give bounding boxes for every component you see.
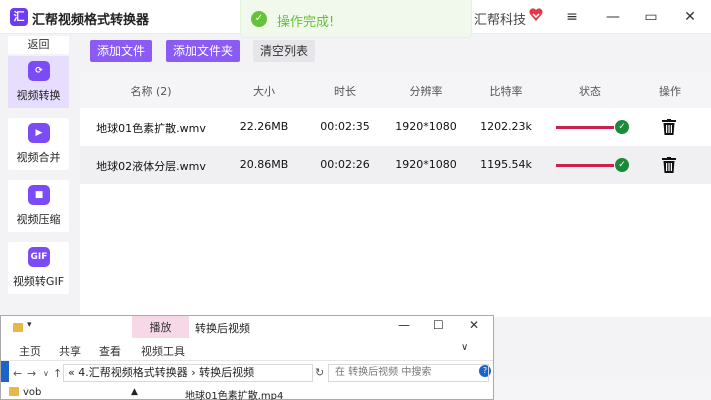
folder-icon xyxy=(13,323,23,332)
column-header-name: 名称 (2) xyxy=(130,85,172,98)
sidebar-item-video-merge[interactable]: ▶ 视频合并 xyxy=(8,118,69,170)
progress-bar xyxy=(556,126,614,129)
close-button[interactable]: ✕ xyxy=(678,6,702,28)
menu-icon[interactable]: ≡ xyxy=(560,6,584,28)
refresh-icon[interactable]: ↻ xyxy=(315,366,324,379)
tab-share[interactable]: 共享 xyxy=(59,343,81,359)
folder-icon xyxy=(9,387,19,396)
column-header-status: 状态 xyxy=(579,85,601,98)
explorer-minimize-button[interactable]: — xyxy=(398,318,410,332)
success-toast: ✓ 操作完成! xyxy=(240,0,472,38)
forward-arrow-icon[interactable]: → xyxy=(27,367,36,380)
back-arrow-icon[interactable]: ← xyxy=(13,367,22,380)
video-merge-icon: ▶ xyxy=(28,123,50,143)
tab-video-tools[interactable]: 视频工具 xyxy=(141,343,185,359)
sidebar-item-video-convert[interactable]: ⟳ 视频转换 xyxy=(8,56,69,108)
app-title: 汇帮视频格式转换器 xyxy=(32,13,150,28)
sidebar-item-label: 视频转换 xyxy=(16,89,61,102)
file-name: 地球02液体分层.wmv xyxy=(96,160,206,173)
explorer-maximize-button[interactable]: ☐ xyxy=(433,318,444,332)
file-resolution: 1920*1080 xyxy=(395,158,457,171)
video-camera-icon: ■ xyxy=(28,185,50,205)
tab-view[interactable]: 查看 xyxy=(99,343,121,359)
sidebar-item-label: 视频转GIF xyxy=(12,275,65,288)
check-circle-icon: ✓ xyxy=(615,120,629,134)
file-resolution: 1920*1080 xyxy=(395,120,457,133)
gif-icon: GIF xyxy=(28,247,50,267)
explorer-close-button[interactable]: ✕ xyxy=(469,318,479,332)
file-duration: 00:02:35 xyxy=(320,120,370,133)
app-logo-icon: 汇 xyxy=(10,8,28,26)
file-name: 地球01色素扩散.wmv xyxy=(96,122,206,135)
column-header-duration: 时长 xyxy=(334,85,356,98)
progress-bar xyxy=(556,164,614,167)
add-folder-button[interactable]: 添加文件夹 xyxy=(166,40,241,62)
chevron-down-icon[interactable]: ▾ xyxy=(27,320,32,330)
file-table: 名称 (2) 大小 时长 分辨率 比特率 状态 操作 地球01色素扩散.wmv … xyxy=(80,72,711,317)
minimize-button[interactable]: — xyxy=(601,6,625,28)
file-list-item[interactable]: 地球01色素扩散.mp4 xyxy=(185,387,283,400)
file-size: 22.26MB xyxy=(239,120,289,133)
ribbon-context-tab[interactable]: 播放 xyxy=(132,316,189,338)
explorer-ribbon-tabs: 主页 共享 查看 视频工具 ∨ ? xyxy=(1,338,493,382)
file-explorer-window: ▾ 播放 转换后视频 — ☐ ✕ 主页 共享 查看 视频工具 ∨ ? ← → ∨… xyxy=(0,315,494,400)
heart-shield-icon[interactable] xyxy=(528,7,544,23)
table-header: 名称 (2) 大小 时长 分辨率 比特率 状态 操作 xyxy=(80,72,711,108)
sidebar-item-label: 视频合并 xyxy=(16,151,61,164)
column-header-size: 大小 xyxy=(253,85,275,98)
scroll-up-icon[interactable]: ▲ xyxy=(131,387,138,397)
table-row[interactable]: 地球02液体分层.wmv 20.86MB 00:02:26 1920*1080 … xyxy=(80,146,711,184)
trash-icon[interactable] xyxy=(662,119,676,135)
tab-home[interactable]: 主页 xyxy=(19,343,41,359)
brand-name[interactable]: 汇帮科技 xyxy=(474,9,526,28)
explorer-address-row: ← → ∨ ↑ « 4.汇帮视频格式转换器 › 转换后视频 ↻ 在 转换后视频 … xyxy=(1,360,493,384)
file-bitrate: 1202.23k xyxy=(480,120,532,133)
status-strip xyxy=(494,380,711,400)
nav-pane-item[interactable]: vob xyxy=(23,387,41,398)
address-bar[interactable]: « 4.汇帮视频格式转换器 › 转换后视频 xyxy=(63,364,313,382)
up-arrow-icon[interactable]: ↑ xyxy=(53,367,62,380)
explorer-title-bar: ▾ 播放 转换后视频 — ☐ ✕ xyxy=(1,316,493,338)
file-duration: 00:02:26 xyxy=(320,158,370,171)
clear-list-button[interactable]: 清空列表 xyxy=(253,40,316,62)
check-circle-icon: ✓ xyxy=(251,11,267,27)
search-input[interactable]: 在 转换后视频 中搜索 xyxy=(328,364,489,382)
column-header-action: 操作 xyxy=(659,85,681,98)
column-header-bitrate: 比特率 xyxy=(489,85,523,98)
trash-icon[interactable] xyxy=(662,157,676,173)
sidebar-item-video-to-gif[interactable]: GIF 视频转GIF xyxy=(8,242,69,294)
file-bitrate: 1195.54k xyxy=(480,158,532,171)
explorer-content: vob ▲ 地球01色素扩散.mp4 xyxy=(1,384,493,400)
video-convert-icon: ⟳ xyxy=(28,61,50,81)
sidebar-item-label: 视频压缩 xyxy=(16,213,61,226)
table-row[interactable]: 地球01色素扩散.wmv 22.26MB 00:02:35 1920*1080 … xyxy=(80,108,711,146)
maximize-button[interactable]: ▭ xyxy=(639,6,663,28)
sidebar-item-video-compress[interactable]: ■ 视频压缩 xyxy=(8,180,69,232)
column-header-resolution: 分辨率 xyxy=(409,85,443,98)
file-size: 20.86MB xyxy=(239,158,289,171)
back-button[interactable]: 返回 xyxy=(8,36,69,54)
explorer-title: 转换后视频 xyxy=(195,322,250,335)
toast-message: 操作完成! xyxy=(277,15,335,30)
add-file-button[interactable]: 添加文件 xyxy=(90,40,153,62)
recent-dropdown-icon[interactable]: ∨ xyxy=(43,369,49,378)
check-circle-icon: ✓ xyxy=(615,158,629,172)
expand-ribbon-icon[interactable]: ∨ xyxy=(461,342,468,353)
